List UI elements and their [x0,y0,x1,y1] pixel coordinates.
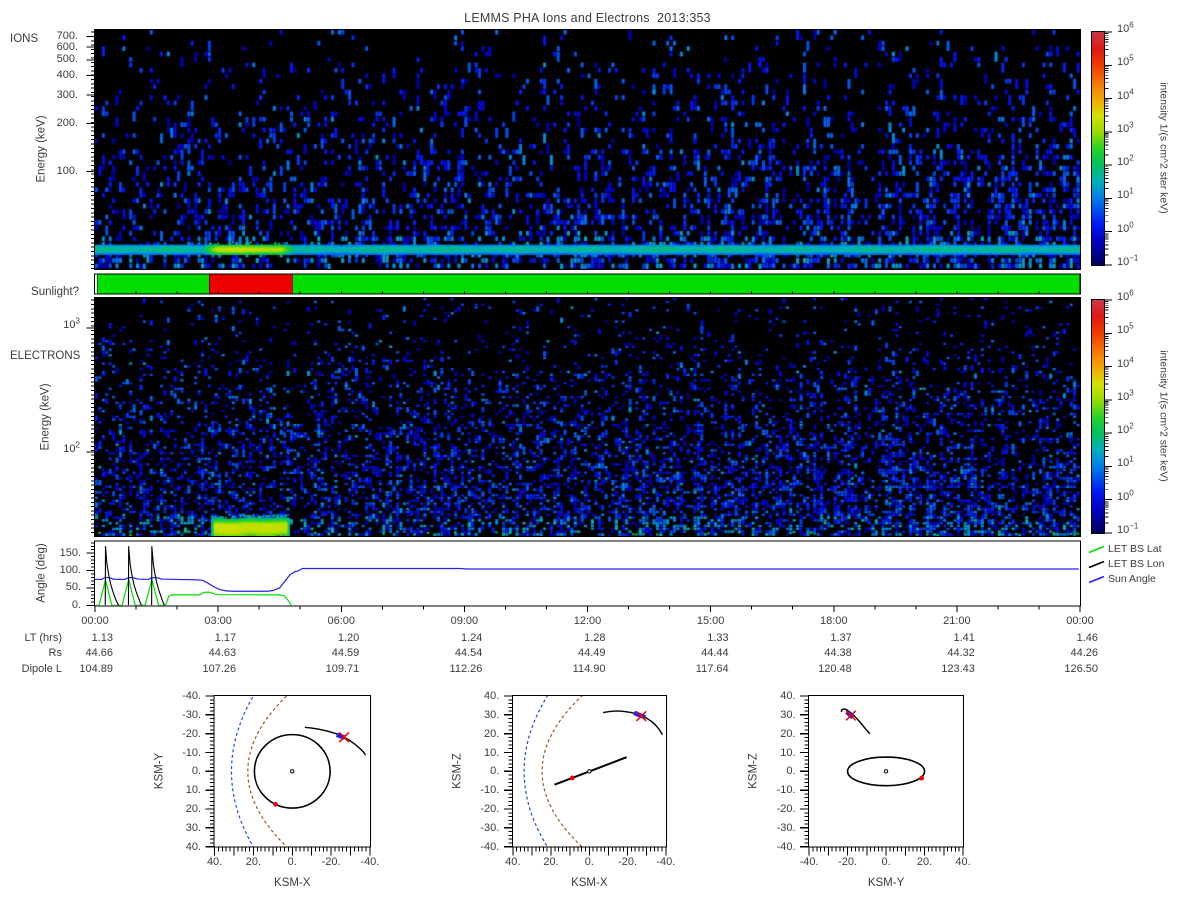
time-tick-label: 15:00 [676,615,746,627]
ephemeris-value: 44.32 [905,647,975,659]
ion-colorbar-tick-label: 10−1 [1117,256,1138,268]
time-tick-label: 06:00 [306,615,376,627]
time-tick-label: 00:00 [1045,615,1115,627]
ion-colorbar-tick-label: 106 [1117,23,1134,35]
ephemeris-value: 1.28 [536,632,606,644]
orbit-ytick-label: -30. [750,822,796,834]
ephemeris-value: 1.41 [905,632,975,644]
ephemeris-value: 44.59 [289,647,359,659]
legend-item-0: LET BS Lat [1108,543,1162,555]
ion-ytick-label: 400. [18,69,78,81]
orbit-xtick-label: -40. [641,856,691,868]
ele-colorbar-tick-label: 100 [1117,491,1134,503]
ephemeris-value: 44.54 [412,647,482,659]
ephemeris-value: 1.46 [1028,632,1098,644]
ephemeris-value: 114.90 [536,663,606,675]
orbit-ytick-label: 40. [155,841,201,853]
ion-ytick-label: 600. [18,41,78,53]
ephemeris-value: 104.89 [43,663,113,675]
electron-ytick-label: 103 [20,319,80,331]
angle-ytick-label: 100. [21,564,81,576]
time-tick-label: 12:00 [553,615,623,627]
orbit-ytick-label: -20. [453,803,499,815]
legend-item-2: Sun Angle [1108,573,1156,585]
orbit-ytick-label: -30. [155,709,201,721]
ephemeris-value: 44.63 [166,647,236,659]
ion-colorbar-tick-label: 102 [1117,156,1134,168]
ephemeris-value: 44.66 [43,647,113,659]
orbit-xlabel: KSM-Y [846,877,926,889]
ele-colorbar-tick-label: 105 [1117,324,1134,336]
ion-colorbar-tick-label: 103 [1117,123,1134,135]
ephemeris-value: 44.44 [659,647,729,659]
ephemeris-value: 1.37 [782,632,852,644]
ephemeris-value: 117.64 [659,663,729,675]
ele-colorbar-tick-label: 103 [1117,391,1134,403]
orbit-ytick-label: -40. [155,690,201,702]
electron-ytick-label: 102 [20,443,80,455]
ele-colorbar-tick-label: 104 [1117,358,1134,370]
ephemeris-value: 1.17 [166,632,236,644]
orbit-xlabel: KSM-X [549,877,629,889]
orbit-ytick-label: 20. [750,728,796,740]
orbit-xtick-label: 40. [938,856,988,868]
time-tick-label: 03:00 [183,615,253,627]
orbit-ytick-label: -30. [453,822,499,834]
ephemeris-value: 1.24 [412,632,482,644]
ephemeris-value: 1.13 [43,632,113,644]
ephemeris-value: 44.26 [1028,647,1098,659]
orbit-ylabel: KSM-Y [153,753,166,789]
orbit-ytick-label: 30. [155,822,201,834]
time-tick-label: 21:00 [922,615,992,627]
orbit-ytick-label: 30. [453,709,499,721]
time-tick-label: 00:00 [60,615,130,627]
ele-colorbar-tick-label: 106 [1117,291,1134,303]
ele-colorbar-tick-label: 101 [1117,457,1134,469]
orbit-ytick-label: 20. [453,728,499,740]
ephemeris-value: 109.71 [289,663,359,675]
orbit-ytick-label: 40. [750,690,796,702]
ephemeris-value: 123.43 [905,663,975,675]
angle-ytick-label: 150. [21,547,81,559]
ion-ytick-label: 100. [18,165,78,177]
ion-ytick-label: 200. [18,117,78,129]
time-tick-label: 18:00 [799,615,869,627]
ion-colorbar-tick-label: 104 [1117,90,1134,102]
ion-ytick-label: 500. [18,53,78,65]
ele-colorbar-tick-label: 102 [1117,424,1134,436]
orbit-ytick-label: -40. [453,841,499,853]
orbit-xlabel: KSM-X [252,877,332,889]
orbit-ytick-label: 30. [750,709,796,721]
orbit-ytick-label: -20. [750,803,796,815]
orbit-ytick-label: 40. [453,690,499,702]
orbit-ytick-label: 20. [155,803,201,815]
ephemeris-value: 107.26 [166,663,236,675]
ephemeris-value: 44.38 [782,647,852,659]
ion-ytick-label: 300. [18,89,78,101]
orbit-ytick-label: -20. [155,728,201,740]
angle-ytick-label: 50. [21,581,81,593]
ephemeris-value: 1.20 [289,632,359,644]
ephemeris-value: 126.50 [1028,663,1098,675]
ion-colorbar-tick-label: 101 [1117,189,1134,201]
angle-ytick-label: 0. [21,599,81,611]
legend-item-1: LET BS Lon [1108,558,1164,570]
ephemeris-value: 1.33 [659,632,729,644]
orbit-xtick-label: -40. [345,856,395,868]
ele-colorbar-tick-label: 10−1 [1117,524,1138,536]
orbit-ylabel: KSM-Z [451,753,464,789]
ion-colorbar-tick-label: 100 [1117,223,1134,235]
orbit-ytick-label: -40. [750,841,796,853]
time-tick-label: 09:00 [429,615,499,627]
ephemeris-value: 44.49 [536,647,606,659]
orbit-ylabel: KSM-Z [748,753,761,789]
lemms-plot-page: LEMMS PHA Ions and Electrons 2013:353 IO… [0,0,1200,900]
ephemeris-value: 112.26 [412,663,482,675]
ephemeris-value: 120.48 [782,663,852,675]
ion-colorbar-tick-label: 105 [1117,56,1134,68]
